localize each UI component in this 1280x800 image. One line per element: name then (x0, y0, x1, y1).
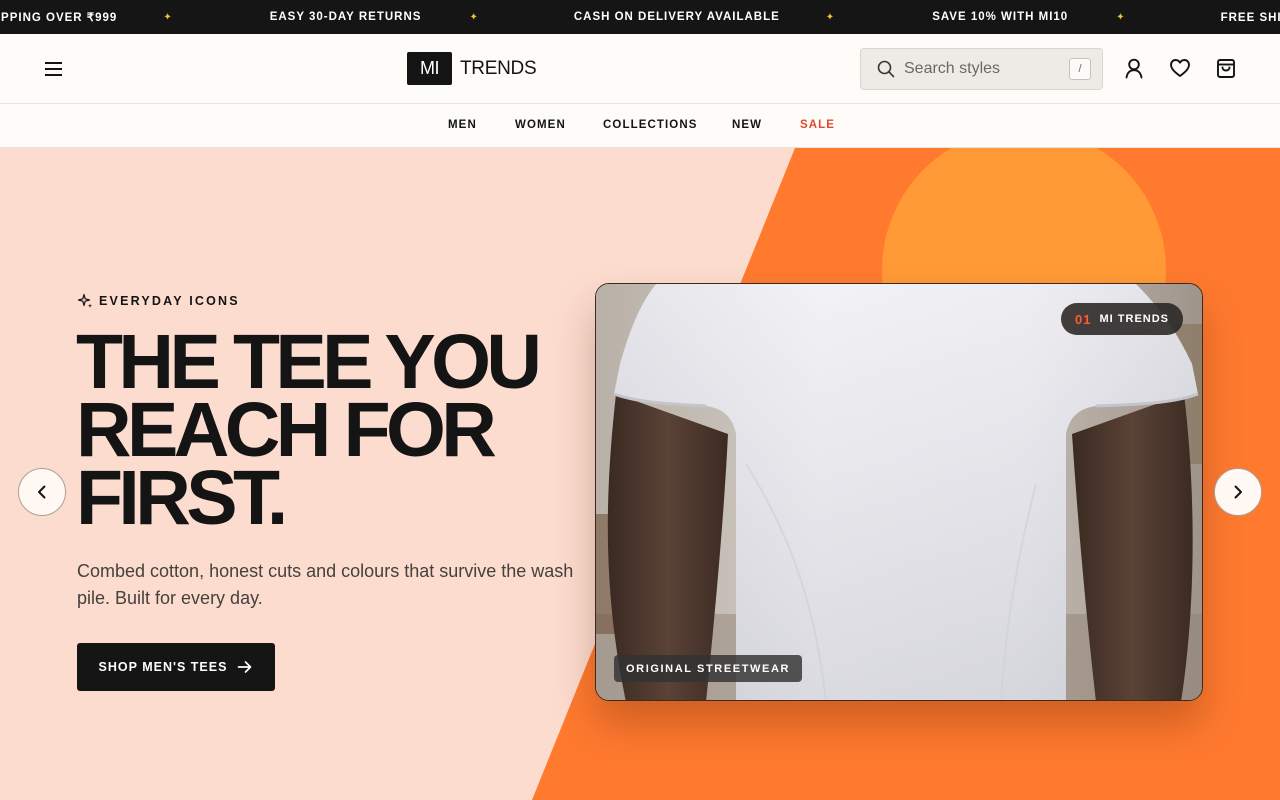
shop-mens-tees-button[interactable]: SHOP MEN'S TEES (77, 643, 275, 691)
nav-item-new[interactable]: NEW (732, 119, 762, 131)
sparkle-icon (77, 293, 93, 309)
eyebrow-text: EVERYDAY ICONS (99, 294, 240, 308)
bag-icon (1217, 59, 1235, 78)
slide-indicator-badge: 01 MI TRENDS (1061, 303, 1183, 335)
announcement-bar: FREE SHIPPING OVER ₹999 ✦ EASY 30-DAY RE… (0, 0, 1280, 34)
search-input[interactable] (904, 60, 1054, 78)
search-shortcut-key: / (1069, 58, 1091, 80)
account-icon (1125, 58, 1143, 79)
account-button[interactable] (1121, 55, 1147, 81)
hero-section: EVERYDAY ICONS THE TEE YOU REACH FOR FIR… (0, 148, 1280, 800)
star-icon: ✦ (163, 11, 172, 23)
announcement-message: FREE SHIPPING OVER ₹999 (0, 12, 118, 24)
chevron-left-icon (38, 485, 46, 499)
site-header: MI TRENDS / (0, 34, 1280, 104)
search-box[interactable]: / (860, 48, 1103, 90)
announcement-message: FREE SHIPPING OVER ₹999 (1220, 12, 1280, 24)
logo-mark: MI (407, 52, 452, 85)
hero-eyebrow: EVERYDAY ICONS (77, 293, 240, 309)
brand-logo[interactable]: MI TRENDS (407, 52, 537, 85)
star-icon: ✦ (469, 11, 478, 23)
star-icon: ✦ (1116, 11, 1125, 23)
announcement-track: FREE SHIPPING OVER ₹999 ✦ EASY 30-DAY RE… (0, 0, 1280, 34)
image-caption-badge: ORIGINAL STREETWEAR (614, 655, 803, 682)
announcement-message: EASY 30-DAY RETURNS (269, 11, 422, 23)
cta-label: SHOP MEN'S TEES (98, 660, 228, 674)
arrow-right-icon (237, 660, 253, 674)
carousel-next-button[interactable] (1214, 468, 1262, 516)
menu-button[interactable] (38, 53, 70, 85)
headline-line: FIRST. (76, 455, 288, 541)
logo-wordmark: TRENDS (460, 57, 537, 79)
heart-icon (1170, 59, 1190, 77)
announcement-message: SAVE 10% WITH MI10 (932, 11, 1069, 23)
nav-item-sale[interactable]: SALE (800, 119, 835, 131)
slide-number: 01 (1075, 311, 1092, 327)
cart-button[interactable] (1213, 55, 1239, 81)
nav-item-men[interactable]: MEN (448, 119, 477, 131)
search-icon (876, 59, 896, 79)
nav-item-collections[interactable]: COLLECTIONS (603, 119, 698, 131)
chevron-right-icon (1234, 485, 1242, 499)
hero-subtext: Combed cotton, honest cuts and colours t… (77, 561, 574, 608)
nav-item-women[interactable]: WOMEN (515, 119, 566, 131)
announcement-message: CASH ON DELIVERY AVAILABLE (573, 11, 780, 23)
slide-brand: MI TRENDS (1099, 313, 1169, 325)
carousel-prev-button[interactable] (18, 468, 66, 516)
wishlist-button[interactable] (1167, 55, 1193, 81)
star-icon: ✦ (825, 11, 835, 23)
hero-headline: THE TEE YOU REACH FOR FIRST. (76, 324, 596, 537)
hero-image-card[interactable]: 01 MI TRENDS ORIGINAL STREETWEAR (595, 283, 1203, 701)
category-nav: MEN WOMEN COLLECTIONS NEW SALE (0, 104, 1280, 148)
hamburger-icon (45, 62, 62, 76)
white-tee-photo (596, 284, 1202, 700)
